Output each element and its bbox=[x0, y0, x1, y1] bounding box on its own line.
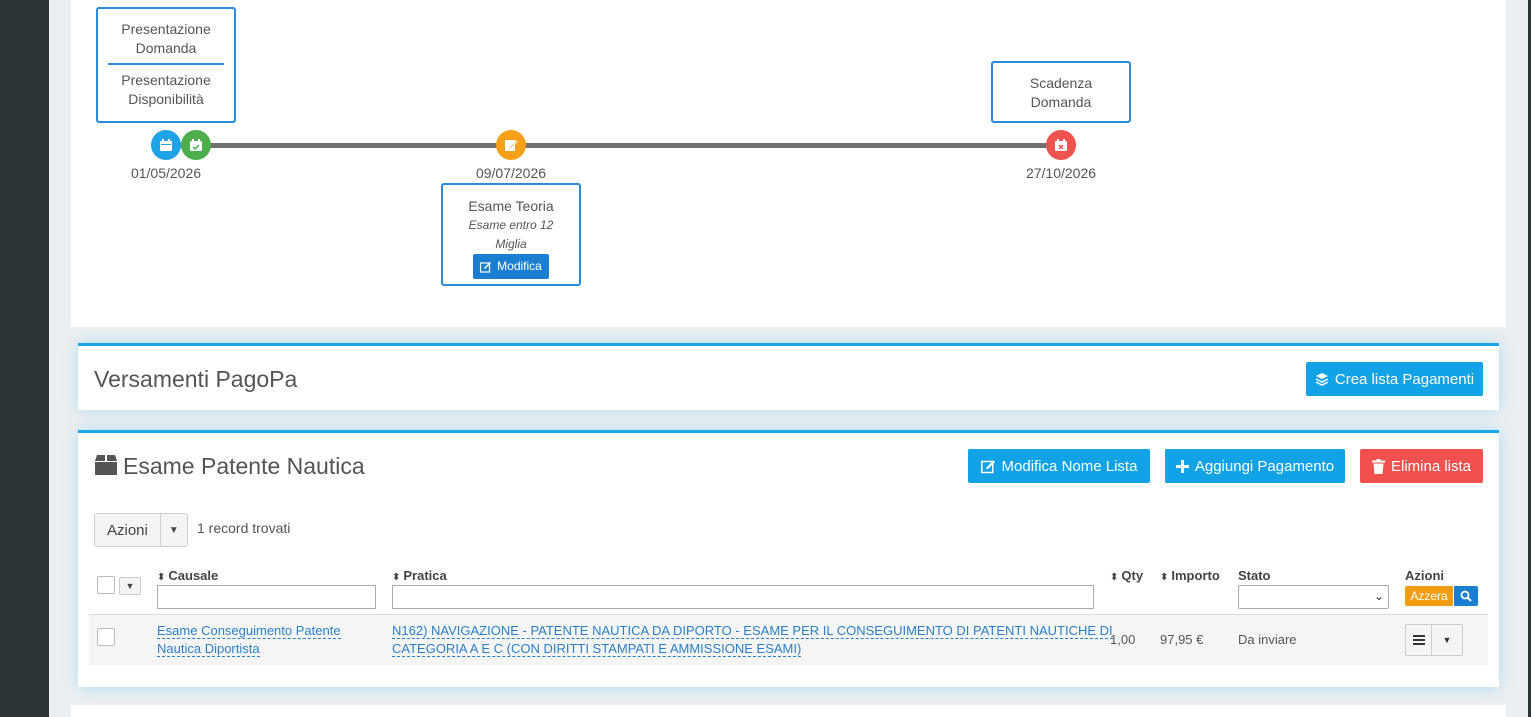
box-separator bbox=[108, 63, 224, 65]
column-header-azioni: Azioni bbox=[1405, 568, 1444, 583]
column-header-qty[interactable]: ⬍ Qty bbox=[1110, 568, 1143, 583]
caret-down-icon: ▼ bbox=[168, 524, 179, 536]
modifica-nome-lista-button[interactable]: Modifica Nome Lista bbox=[968, 449, 1150, 483]
search-button[interactable] bbox=[1454, 586, 1478, 606]
sort-icon: ⬍ bbox=[392, 572, 401, 583]
azioni-dropdown[interactable]: Azioni ▼ bbox=[94, 513, 188, 547]
calendar-icon bbox=[151, 130, 181, 160]
timeline-box-esame-teoria: Esame Teoria Esame entro 12 Miglia Modif… bbox=[441, 183, 581, 286]
timeline-date: 01/05/2026 bbox=[130, 165, 202, 181]
pagopa-title: Versamenti PagoPa bbox=[94, 366, 298, 392]
left-sidebar bbox=[0, 0, 49, 717]
box-line: Domanda bbox=[1030, 94, 1092, 110]
sort-icon: ⬍ bbox=[1160, 572, 1169, 583]
records-count: 1 record trovati bbox=[197, 520, 291, 536]
box-line: Scadenza bbox=[1029, 75, 1093, 91]
column-label: Qty bbox=[1121, 568, 1144, 583]
list-title: Esame Patente Nautica bbox=[123, 453, 365, 479]
select-all-checkbox[interactable] bbox=[97, 576, 115, 594]
causale-cell[interactable]: Esame Conseguimento Patente Nautica Dipo… bbox=[157, 622, 341, 658]
column-header-causale[interactable]: ⬍ Causale bbox=[157, 568, 218, 583]
timeline-panel bbox=[71, 0, 1506, 327]
box-line: Disponibilità bbox=[128, 91, 204, 107]
box-title: Esame Teoria bbox=[468, 198, 554, 214]
sort-icon: ⬍ bbox=[157, 572, 166, 583]
elimina-lista-button[interactable]: Elimina lista bbox=[1360, 449, 1483, 483]
column-label: Stato bbox=[1238, 568, 1271, 583]
modifica-nome-label: Modifica Nome Lista bbox=[1001, 457, 1138, 475]
menu-icon[interactable] bbox=[1406, 625, 1432, 655]
edit-icon bbox=[980, 460, 995, 473]
column-label: Pratica bbox=[403, 568, 447, 583]
elimina-label: Elimina lista bbox=[1390, 457, 1472, 475]
importo-cell: 97,95 € bbox=[1160, 632, 1204, 647]
causale-filter-input[interactable] bbox=[157, 585, 376, 609]
column-header-importo[interactable]: ⬍ Importo bbox=[1160, 568, 1220, 583]
timeline-bar bbox=[166, 143, 1061, 148]
column-header-pratica[interactable]: ⬍ Pratica bbox=[392, 568, 447, 583]
box-subtitle: Esame entro 12 bbox=[468, 218, 554, 232]
box-line: Presentazione bbox=[121, 72, 211, 88]
layers-icon bbox=[1315, 373, 1329, 386]
select-options-dropdown[interactable]: ▼ bbox=[119, 577, 141, 595]
bottom-panel-edge bbox=[71, 705, 1506, 717]
plus-icon bbox=[1175, 459, 1189, 473]
timeline-date: 27/10/2026 bbox=[1025, 165, 1097, 181]
pratica-filter-input[interactable] bbox=[392, 585, 1094, 609]
modifica-label: Modifica bbox=[497, 259, 542, 273]
pratica-cell[interactable]: N162) NAVIGAZIONE - PATENTE NAUTICA DA D… bbox=[392, 622, 1113, 658]
box-line: Domanda bbox=[135, 40, 197, 56]
aggiungi-pagamento-button[interactable]: Aggiungi Pagamento bbox=[1165, 449, 1345, 483]
aggiungi-label: Aggiungi Pagamento bbox=[1194, 457, 1335, 475]
causale-link[interactable]: Nautica Diportista bbox=[157, 641, 260, 657]
calendar-times-icon bbox=[1046, 130, 1076, 160]
pratica-link[interactable]: N162) NAVIGAZIONE - PATENTE NAUTICA DA D… bbox=[392, 623, 1113, 639]
edit-icon bbox=[480, 261, 492, 273]
timeline-date: 09/07/2026 bbox=[475, 165, 547, 181]
causale-link[interactable]: Esame Conseguimento Patente bbox=[157, 623, 341, 639]
column-label: Azioni bbox=[1405, 568, 1444, 583]
row-checkbox[interactable] bbox=[97, 628, 115, 646]
azzera-button[interactable]: Azzera bbox=[1405, 586, 1453, 606]
box-subtitle: Miglia bbox=[495, 237, 527, 251]
trash-icon bbox=[1371, 458, 1385, 474]
azioni-label: Azioni bbox=[95, 514, 161, 546]
caret-down-icon[interactable]: ▼ bbox=[1432, 625, 1462, 655]
azzera-label: Azzera bbox=[1410, 589, 1448, 603]
crea-lista-pagamenti-button[interactable]: Crea lista Pagamenti bbox=[1306, 362, 1483, 396]
column-label: Importo bbox=[1171, 568, 1220, 583]
pratica-link[interactable]: CATEGORIA A E C (CON DIRITTI STAMPATI E … bbox=[392, 641, 802, 657]
sort-icon: ⬍ bbox=[1110, 572, 1119, 583]
qty-cell: 1,00 bbox=[1110, 632, 1136, 647]
stato-filter-select[interactable]: ⌄ bbox=[1238, 585, 1389, 609]
modifica-button[interactable]: Modifica bbox=[473, 254, 549, 279]
timeline-box-scadenza: Scadenza Domanda bbox=[991, 61, 1131, 123]
crea-lista-label: Crea lista Pagamenti bbox=[1334, 370, 1475, 388]
stato-cell: Da inviare bbox=[1238, 632, 1297, 647]
chevron-down-icon: ⌄ bbox=[1373, 589, 1384, 603]
timeline-box-presentazione: Presentazione Domanda Presentazione Disp… bbox=[96, 7, 236, 123]
column-header-stato: Stato bbox=[1238, 568, 1271, 583]
box-line: Presentazione bbox=[121, 21, 211, 37]
calendar-check-icon bbox=[181, 130, 211, 160]
edit-icon bbox=[496, 130, 526, 160]
row-actions-dropdown[interactable]: ▼ bbox=[1405, 624, 1463, 656]
search-icon bbox=[1460, 590, 1472, 602]
box-icon bbox=[95, 455, 117, 475]
column-label: Causale bbox=[168, 568, 219, 583]
